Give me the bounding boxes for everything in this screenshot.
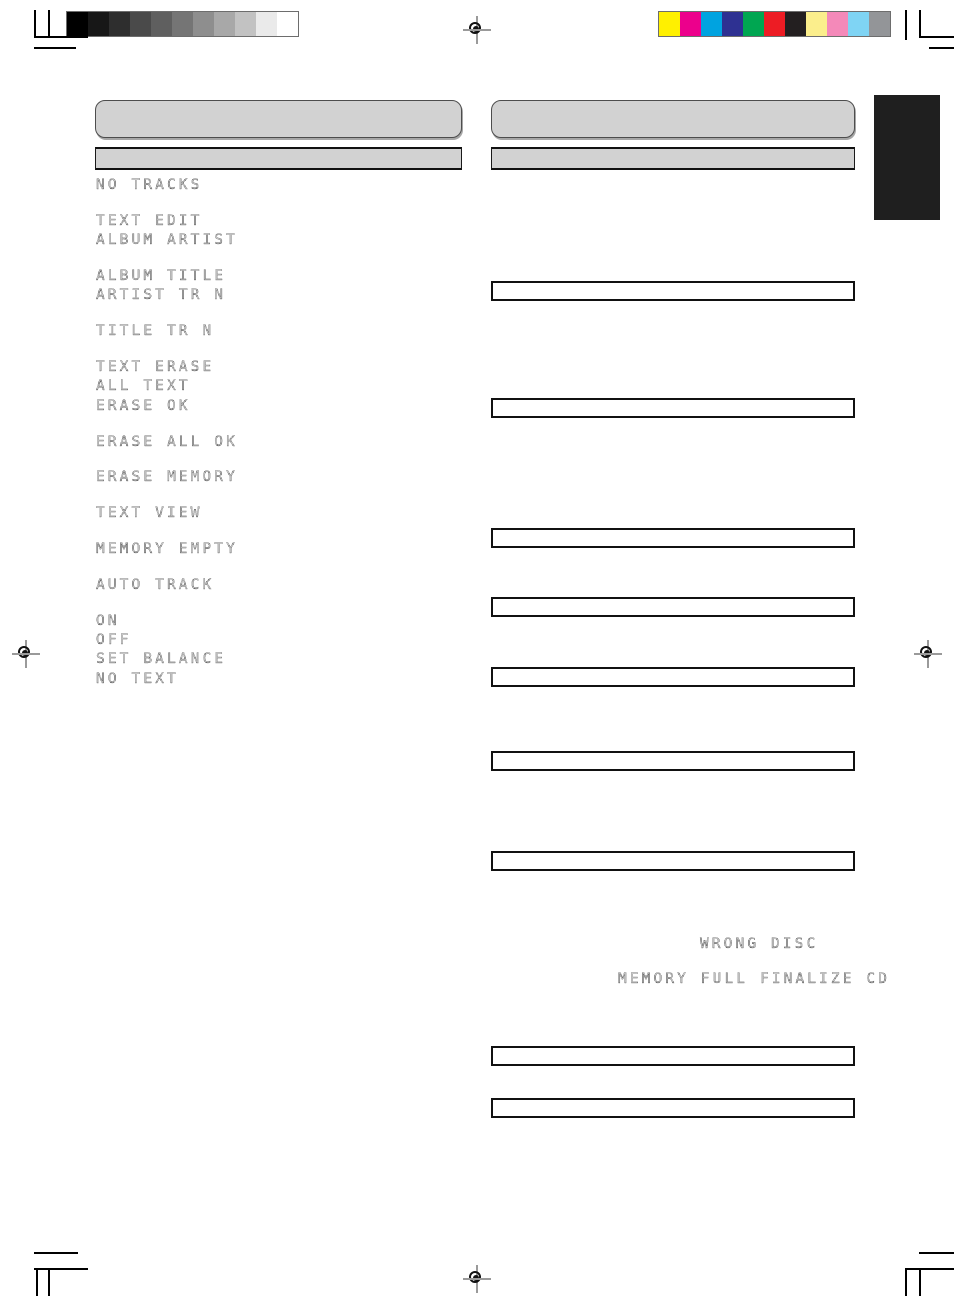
rule-5	[491, 667, 855, 687]
crop-mark-top-right-h2	[929, 47, 954, 49]
reg-mark-right-middle	[914, 640, 942, 668]
crop-mark-bottom-left-v2	[36, 1268, 38, 1296]
display-readout-erase-ok: ERASE OK	[96, 398, 191, 414]
rule-9	[491, 1098, 855, 1118]
process-color-bar	[658, 11, 891, 37]
wedge-swatch-2	[109, 12, 130, 36]
wedge-swatch-3	[130, 12, 151, 36]
display-readout-memory-empty: MEMORY EMPTY	[96, 541, 238, 557]
reg-mark-bottom-center	[463, 1265, 491, 1293]
crop-mark-bottom-left-h2	[34, 1268, 88, 1270]
crop-mark-bottom-left-h	[34, 1252, 78, 1254]
wedge-swatch-4	[743, 12, 764, 36]
display-readout-album-artist: ALBUM ARTIST	[96, 232, 238, 248]
wedge-swatch-8	[827, 12, 848, 36]
crop-mark-top-left-v2	[48, 10, 50, 38]
wedge-swatch-10	[869, 12, 890, 36]
crop-mark-top-right-h	[919, 36, 954, 38]
rule-7	[491, 851, 855, 871]
right-section-header-secondary	[491, 147, 855, 170]
left-column	[95, 100, 462, 170]
wedge-swatch-5	[172, 12, 193, 36]
rule-6	[491, 751, 855, 771]
wedge-swatch-0	[67, 12, 88, 36]
display-readout-memory-full-finalize-cd: MEMORY FULL FINALIZE CD	[618, 971, 891, 987]
wedge-swatch-3	[722, 12, 743, 36]
crop-mark-top-left-v	[34, 10, 36, 38]
display-readout-erase-memory: ERASE MEMORY	[96, 469, 238, 485]
manual-page: NO TRACKS TEXT EDIT ALBUM ARTIST ALBUM TITL…	[0, 0, 954, 1308]
wedge-swatch-10	[277, 12, 298, 36]
wedge-swatch-6	[785, 12, 806, 36]
display-readout-no-text: NO TEXT	[96, 671, 179, 687]
display-readout-auto-track: AUTO TRACK	[96, 577, 215, 593]
display-readout-text-view: TEXT VIEW	[96, 505, 203, 521]
rule-3	[491, 528, 855, 548]
grayscale-step-wedge	[66, 11, 299, 37]
reg-dot-icon	[22, 650, 28, 656]
left-section-header-primary	[95, 100, 462, 138]
display-readout-erase-all-ok: ERASE ALL OK	[96, 434, 238, 450]
display-readout-set-balance: SET BALANCE	[96, 651, 227, 667]
wedge-swatch-1	[88, 12, 109, 36]
display-readout-wrong-disc: WRONG DISC	[700, 936, 819, 952]
rule-2	[491, 398, 855, 418]
reg-mark-left-middle	[12, 640, 40, 668]
crop-mark-bottom-right-h2	[905, 1268, 954, 1270]
wedge-swatch-9	[256, 12, 277, 36]
wedge-swatch-8	[235, 12, 256, 36]
display-readout-text-edit: TEXT EDIT	[96, 213, 203, 229]
display-readout-text-erase: TEXT ERASE	[96, 359, 215, 375]
reg-dot-icon	[473, 26, 479, 32]
rule-4	[491, 597, 855, 617]
crop-mark-top-left-h	[34, 36, 88, 38]
display-readout-all-text: ALL TEXT	[96, 378, 191, 394]
thumb-index-tab	[874, 95, 940, 220]
wedge-swatch-2	[701, 12, 722, 36]
display-readout-title-tr-n: TITLE TR N	[96, 323, 215, 339]
crop-mark-top-left-h2	[34, 47, 76, 49]
left-section-header-secondary	[95, 147, 462, 170]
reg-dot-icon	[924, 650, 930, 656]
reg-dot-icon	[473, 1275, 479, 1281]
display-readout-album-title: ALBUM TITLE	[96, 268, 227, 284]
crop-mark-bottom-right-v	[905, 1268, 907, 1296]
wedge-swatch-7	[806, 12, 827, 36]
crop-mark-bottom-right-h	[919, 1252, 954, 1254]
right-column	[491, 100, 855, 170]
crop-mark-bottom-left-v3	[48, 1268, 50, 1296]
crop-mark-bottom-right-v2	[919, 1268, 921, 1296]
crop-mark-top-right-v	[905, 10, 907, 40]
right-section-header-primary	[491, 100, 855, 138]
wedge-swatch-5	[764, 12, 785, 36]
display-readout-off: OFF	[96, 632, 132, 648]
rule-8	[491, 1046, 855, 1066]
display-readout-no-tracks: NO TRACKS	[96, 177, 203, 193]
crop-mark-top-right-v2	[919, 10, 921, 38]
display-readout-artist-tr-n: ARTIST TR N	[96, 287, 227, 303]
reg-mark-top-center	[463, 16, 491, 44]
display-readout-on: ON	[96, 613, 120, 629]
wedge-swatch-9	[848, 12, 869, 36]
wedge-swatch-6	[193, 12, 214, 36]
wedge-swatch-7	[214, 12, 235, 36]
wedge-swatch-0	[659, 12, 680, 36]
wedge-swatch-4	[151, 12, 172, 36]
wedge-swatch-1	[680, 12, 701, 36]
rule-1	[491, 281, 855, 301]
